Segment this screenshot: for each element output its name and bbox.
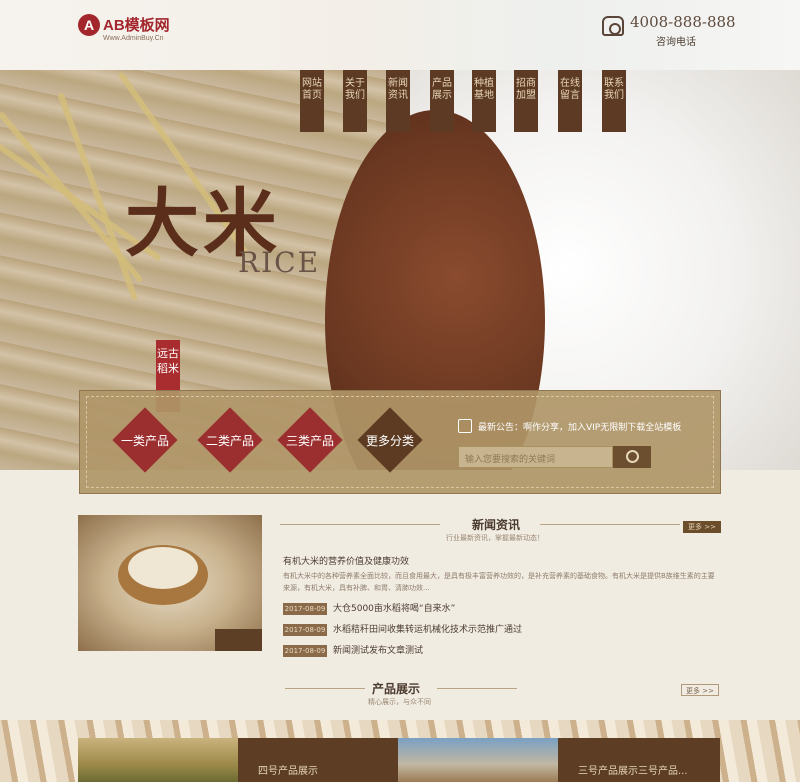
news-headline[interactable]: 有机大米的营养价值及健康功效: [283, 554, 409, 567]
category-label: 二类产品: [205, 434, 254, 448]
phone-icon: [602, 16, 624, 36]
logo-subtitle: Www.AdminBuy.Cn: [103, 35, 164, 42]
category-2-button[interactable]: 二类产品: [197, 407, 263, 473]
banner-rice-word: RICE: [238, 246, 321, 279]
news-row[interactable]: 2017-08-09 新闻测试发布文章测试: [283, 643, 423, 657]
product-image[interactable]: [398, 738, 558, 782]
top-header: A AB模板网 Www.AdminBuy.Cn 4008-888-888 咨询电…: [0, 0, 800, 70]
product-image[interactable]: [78, 738, 238, 782]
category-label: 三类产品: [285, 434, 334, 448]
nav-item-home[interactable]: 网站首页: [300, 70, 324, 132]
logo-name: AB模板网: [103, 17, 170, 34]
products-more-button[interactable]: 更多 >>: [681, 684, 719, 696]
news-row[interactable]: 2017-08-09 大仓5000亩水稻将喝“自来水”: [283, 601, 455, 615]
news-row-title: 大仓5000亩水稻将喝“自来水”: [333, 604, 456, 614]
category-1-button[interactable]: 一类产品: [112, 407, 178, 473]
news-title: 新闻资讯: [472, 518, 521, 532]
news-summary: 有机大米中的各种营养素全面比较，而且食用最大，是具有极丰富营养功效的，是补充营养…: [283, 572, 715, 592]
news-image[interactable]: [78, 515, 262, 651]
image-corner: [215, 629, 262, 651]
divider: [285, 688, 365, 689]
category-label: 一类产品: [120, 434, 169, 448]
rice-in-spoon: [128, 547, 198, 589]
hotline: 4008-888-888 咨询电话: [602, 13, 736, 48]
more-categories-button[interactable]: 更多分类: [357, 407, 423, 473]
news-row-title: 新闻测试发布文章测试: [333, 646, 424, 656]
nav-item-franchise[interactable]: 招商加盟: [514, 70, 538, 132]
nav-item-about[interactable]: 关于我们: [343, 70, 367, 132]
news-subtitle: 行业最新资讯，掌握最新动态！: [446, 534, 544, 542]
category-label: 更多分类: [365, 434, 414, 448]
nav-item-base[interactable]: 种植基地: [472, 70, 496, 132]
nav-item-contact[interactable]: 联系我们: [602, 70, 626, 132]
news-more-button[interactable]: 更多 >>: [683, 521, 721, 533]
notice-text: 最新公告：啊作分享，加入VIP无限制下载全站模板: [478, 423, 682, 433]
news-row[interactable]: 2017-08-09 水稻秸秆田间收集转运机械化技术示范推广通过: [283, 622, 522, 636]
search-input[interactable]: 输入您要搜索的关键词: [458, 446, 613, 468]
news-date: 2017-08-09: [283, 603, 327, 615]
site-logo[interactable]: A AB模板网 Www.AdminBuy.Cn: [78, 14, 193, 48]
logo-mark: A: [78, 14, 100, 36]
category-3-button[interactable]: 三类产品: [277, 407, 343, 473]
products-subtitle: 精心展示，与众不同: [368, 698, 431, 706]
news-date: 2017-08-09: [283, 624, 327, 636]
divider: [280, 524, 440, 525]
products-title: 产品展示: [372, 682, 421, 696]
news-date: 2017-08-09: [283, 645, 327, 657]
divider: [540, 524, 680, 525]
product-caption[interactable]: 四号产品展示: [238, 738, 398, 782]
phone-number: 4008-888-888: [630, 13, 736, 31]
phone-label: 咨询电话: [656, 37, 696, 48]
divider: [437, 688, 517, 689]
nav-item-message[interactable]: 在线留言: [558, 70, 582, 132]
notice-bar[interactable]: 最新公告：啊作分享，加入VIP无限制下载全站模板: [458, 420, 718, 433]
product-caption[interactable]: 三号产品展示三号产品...: [558, 738, 720, 782]
nav-item-news[interactable]: 新闻资讯: [386, 70, 410, 132]
nav-item-products[interactable]: 产品展示: [430, 70, 454, 132]
search-button[interactable]: [613, 446, 651, 468]
news-row-title: 水稻秸秆田间收集转运机械化技术示范推广通过: [333, 625, 523, 635]
